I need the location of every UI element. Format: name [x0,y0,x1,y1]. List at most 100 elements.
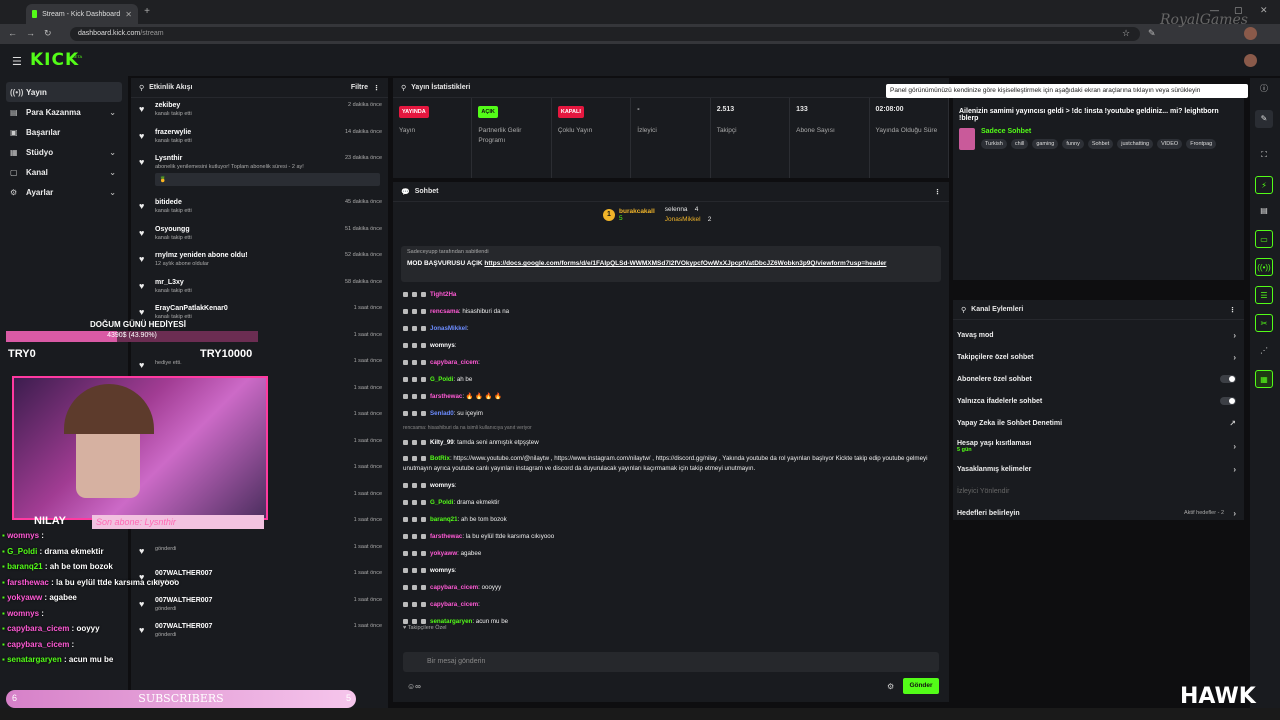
chat-username[interactable]: farsthewac [430,393,462,400]
delete-icon[interactable] [403,291,408,297]
channel-action-row[interactable]: Abonelere özel sohbet [953,368,1244,390]
new-tab-icon[interactable]: + [141,6,153,18]
stream-tag[interactable]: Sohbet [1087,139,1114,149]
back-icon[interactable]: ← [8,28,17,38]
ban-icon[interactable] [421,342,426,348]
chat-username[interactable]: yokyaww [430,550,457,557]
activity-item[interactable]: ♥ 007WALTHER007 gönderdi 1 saat önce [131,619,388,646]
chat-username[interactable]: Kilty_99 [430,439,454,446]
chat-username[interactable]: BotRix [430,455,450,462]
extension-icon[interactable]: ✎ [1148,28,1156,39]
delete-icon[interactable] [403,393,408,399]
chat-username[interactable]: G_Poldi [430,499,453,506]
delete-icon[interactable] [403,376,408,382]
timeout-icon[interactable] [412,601,417,607]
toggle-switch[interactable] [1220,397,1236,405]
delete-icon[interactable] [403,567,408,573]
chat-username[interactable]: Senlad0 [430,410,454,417]
timeout-icon[interactable] [412,499,417,505]
chat-reply-context[interactable]: rencsama: hisashiburi da na isimli kulla… [403,422,939,434]
chat-username[interactable]: capybara_cicem [430,359,478,366]
chat-message[interactable]: Senlad0: su içeyim [403,405,939,422]
send-button[interactable]: Gönder [903,678,939,694]
timeout-icon[interactable] [412,308,417,314]
ban-icon[interactable] [421,393,426,399]
activity-item[interactable]: ♥ zekibey kanalı takip etti 2 dakika önce [131,98,388,125]
ban-icon[interactable] [421,308,426,314]
timeout-icon[interactable] [412,455,417,461]
stream-tag[interactable]: justchatting [1117,139,1154,149]
bookmark-star-icon[interactable]: ☆ [1122,28,1130,39]
ban-icon[interactable] [421,376,426,382]
share-icon[interactable]: ⋰ [1255,342,1273,360]
delete-icon[interactable] [403,359,408,365]
delete-icon[interactable] [403,618,408,624]
delete-icon[interactable] [403,550,408,556]
broadcast-widget-icon[interactable]: ((•)) [1255,258,1273,276]
chat-message[interactable]: JonasMikkel: [403,320,939,337]
activity-item[interactable]: ♥ frazerwylie kanalı takip etti 14 dakika ö… [131,125,388,152]
tools-widget-icon[interactable]: ✂ [1255,314,1273,332]
chat-message[interactable]: womnys: [403,477,939,494]
delete-icon[interactable] [403,342,408,348]
timeout-icon[interactable] [412,618,417,624]
chat-username[interactable]: farsthewac [430,533,462,540]
timeout-icon[interactable] [412,291,417,297]
timeout-icon[interactable] [412,410,417,416]
channel-action-row[interactable]: Hedefleri belirleyin › Aktif hedefler - 2 [953,502,1244,524]
stream-tag[interactable]: Frontpag [1186,139,1217,149]
delete-icon[interactable] [403,601,408,607]
ban-icon[interactable] [421,533,426,539]
stream-tag[interactable]: chill [1010,139,1029,149]
activity-item[interactable]: ♥ gönderdi 1 saat önce [131,540,388,567]
chat-message[interactable]: capybara_cicem: [403,354,939,371]
ban-icon[interactable] [421,584,426,590]
ban-icon[interactable] [421,550,426,556]
timeout-icon[interactable] [412,516,417,522]
sidebar-item-studyo[interactable]: ▦ Stüdyo ⌄ [0,142,128,162]
lightning-icon[interactable]: ⚡ [1255,176,1273,194]
close-tab-icon[interactable]: ✕ [125,10,132,19]
toggle-switch[interactable] [1220,375,1236,383]
settings-icon[interactable]: ⚙ [887,682,894,691]
ban-icon[interactable] [421,567,426,573]
delete-icon[interactable] [403,410,408,416]
leader-third[interactable]: JonasMikkel 2 [665,216,712,223]
user-avatar[interactable] [1244,54,1257,67]
activity-item[interactable]: ♥ Lysnthir abonelik yenilemesini kutluyor!… [131,151,388,195]
delete-icon[interactable] [403,482,408,488]
ban-icon[interactable] [421,455,426,461]
chat-message[interactable]: farsthewac: la bu eylül ttde karsıma cık… [403,528,939,545]
pinned-message[interactable]: Sadeceyupp tarafından sabitlendi MOD BAŞ… [401,246,941,282]
pin-icon[interactable]: ⚲ [961,306,966,314]
sidebar-item-kanal[interactable]: ▢ Kanal ⌄ [0,162,128,182]
stream-tag[interactable]: Turkish [981,139,1007,149]
kick-logo[interactable]: KICK [30,50,79,70]
hamburger-menu-icon[interactable]: ☰ [12,55,22,68]
more-options-icon[interactable]: ⋮ [1229,306,1236,314]
stream-tag[interactable]: VIDEO [1157,139,1183,149]
ban-icon[interactable] [421,410,426,416]
delete-icon[interactable] [403,325,408,331]
chat-message[interactable]: G_Poldi: drama ekmektir [403,494,939,511]
chat-username[interactable]: womnys [430,567,455,574]
profile-avatar[interactable] [1244,27,1257,40]
chat-username[interactable]: womnys [430,482,455,489]
chat-message[interactable]: capybara_cicem: oooyyy [403,579,939,596]
chat-message[interactable]: womnys: [403,562,939,579]
edit-icon[interactable]: ✎ [1255,110,1273,128]
chat-message[interactable]: Tight2Ha [403,286,939,303]
grid-widget-icon[interactable]: ▦ [1255,370,1273,388]
chat-username[interactable]: capybara_cicem [430,584,478,591]
chat-username[interactable]: senatargaryen [430,618,472,625]
channel-action-row[interactable]: Yalnızca ifadelerle sohbet [953,390,1244,412]
category-name[interactable]: Sadece Sohbet [981,128,1216,135]
sidebar-item-para-kazanma[interactable]: ▤ Para Kazanma ⌄ [0,102,128,122]
reload-icon[interactable]: ↻ [44,28,52,39]
chat-username[interactable]: G_Poldi [430,376,453,383]
ban-icon[interactable] [421,482,426,488]
activity-item[interactable]: ♥ mr_L3xy kanalı takip etti 58 dakika önce [131,275,388,302]
chat-message[interactable]: rencsama: hisashiburi da na [403,303,939,320]
activity-item[interactable]: ♥ rnylmz yeniden abone oldu! 12 aylık abon… [131,248,388,275]
activity-item[interactable]: ♥ Osyoungg kanalı takip etti 51 dakika önce [131,222,388,249]
